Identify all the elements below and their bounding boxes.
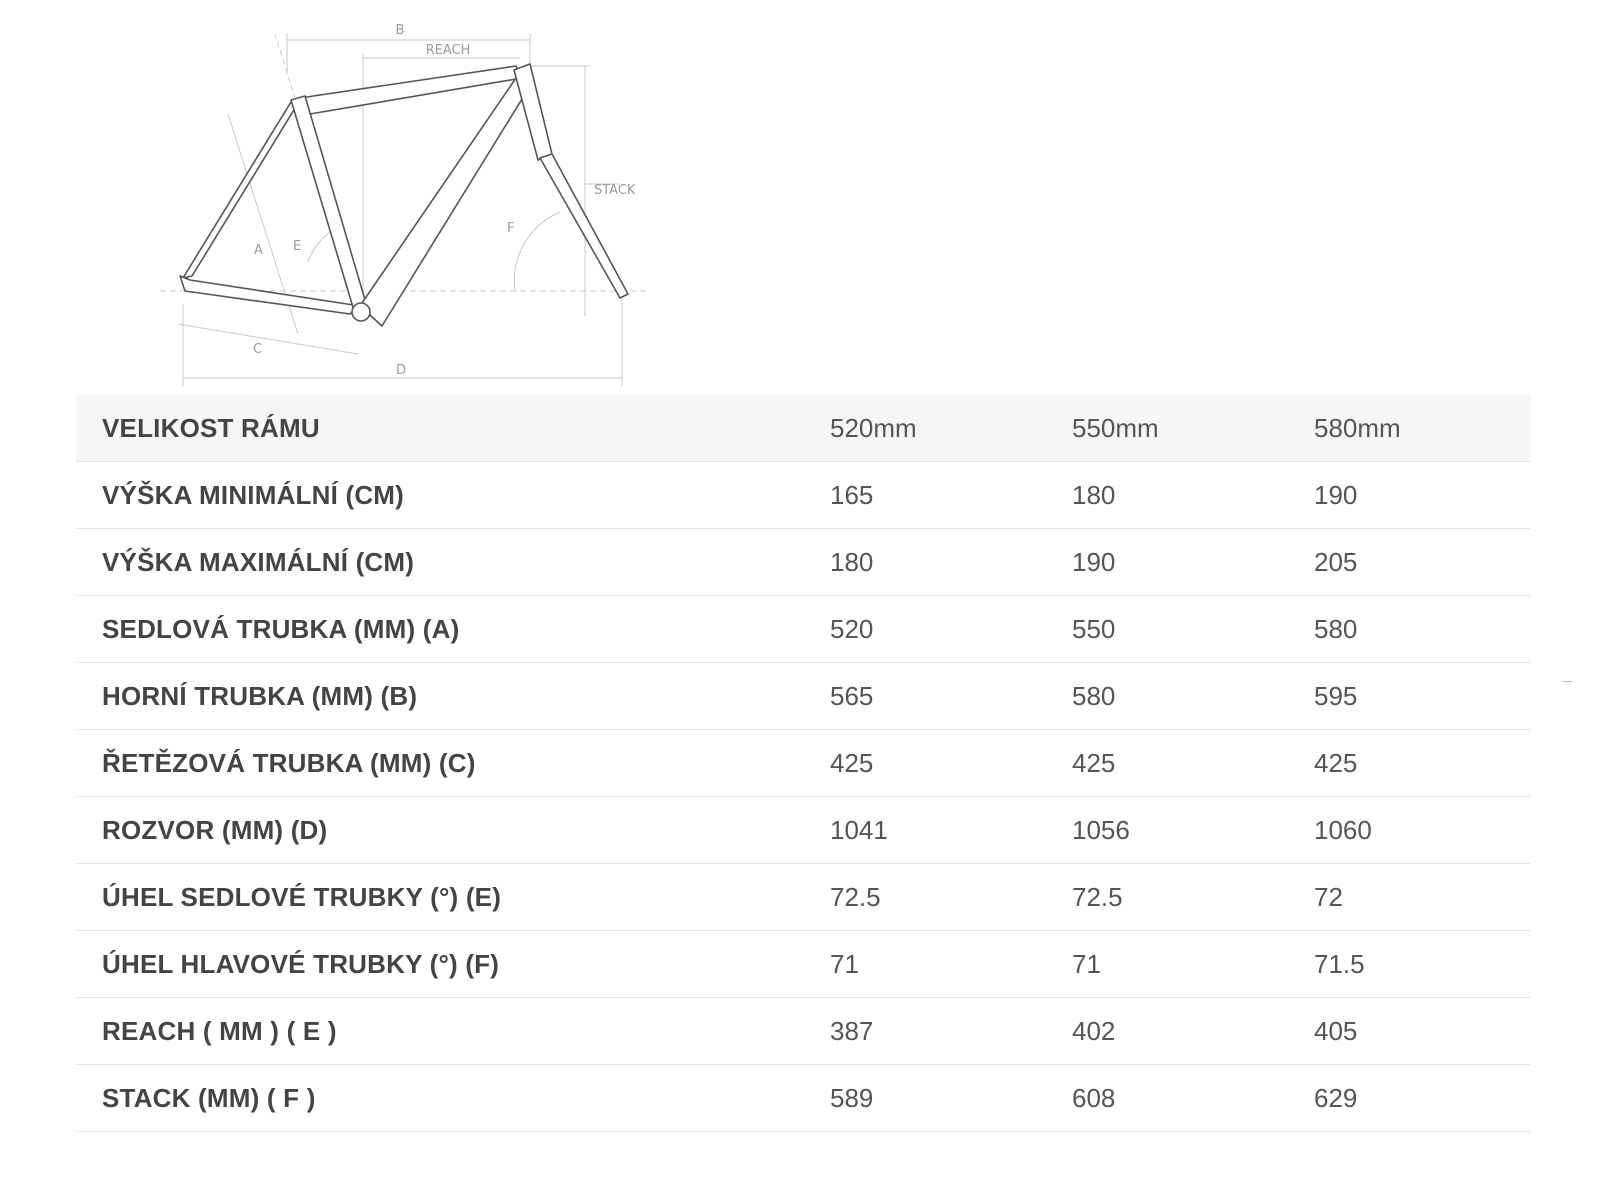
row-label: ROZVOR (MM) (D) <box>76 796 804 864</box>
cell-value: 1060 <box>1288 796 1530 864</box>
diagram-label-a: A <box>254 243 263 258</box>
cell-value: 180 <box>1046 461 1288 529</box>
cell-value: 565 <box>804 662 1046 730</box>
cell-value: 180 <box>804 528 1046 596</box>
cell-value: 550 <box>1046 595 1288 663</box>
cell-value: 387 <box>804 997 1046 1065</box>
table-row: VÝŠKA MINIMÁLNÍ (CM) 165 180 190 <box>76 461 1530 529</box>
cell-value: 72 <box>1288 863 1530 931</box>
cell-value: 580 <box>1046 662 1288 730</box>
size-column-header: 580mm <box>1288 395 1530 462</box>
cell-value: 608 <box>1046 1064 1288 1132</box>
diagram-label-stack: STACK <box>594 183 636 198</box>
cell-value: 71 <box>804 930 1046 998</box>
cell-value: 580 <box>1288 595 1530 663</box>
cell-value: 1041 <box>804 796 1046 864</box>
row-label: HORNÍ TRUBKA (MM) (B) <box>76 662 804 730</box>
cell-value: 425 <box>1046 729 1288 797</box>
diagram-label-d: D <box>396 363 406 378</box>
cell-value: 425 <box>804 729 1046 797</box>
geometry-table: VELIKOST RÁMU 520mm 550mm 580mm VÝŠKA MI… <box>76 395 1530 1132</box>
table-row: ÚHEL HLAVOVÉ TRUBKY (°) (F) 71 71 71.5 <box>76 930 1530 998</box>
table-row: ÚHEL SEDLOVÉ TRUBKY (°) (E) 72.5 72.5 72 <box>76 863 1530 931</box>
cell-value: 629 <box>1288 1064 1530 1132</box>
cell-value: 595 <box>1288 662 1530 730</box>
cell-value: 71 <box>1046 930 1288 998</box>
table-row: REACH ( MM ) ( E ) 387 402 405 <box>76 997 1530 1065</box>
cell-value: 1056 <box>1046 796 1288 864</box>
row-label: ÚHEL HLAVOVÉ TRUBKY (°) (F) <box>76 930 804 998</box>
cell-value: 71.5 <box>1288 930 1530 998</box>
table-row: ŘETĚZOVÁ TRUBKA (MM) (C) 425 425 425 <box>76 729 1530 797</box>
table-header-row: VELIKOST RÁMU 520mm 550mm 580mm <box>76 395 1530 462</box>
cell-value: 190 <box>1046 528 1288 596</box>
divider-mark <box>1562 681 1572 682</box>
cell-value: 520 <box>804 595 1046 663</box>
cell-value: 402 <box>1046 997 1288 1065</box>
frame-size-label: VELIKOST RÁMU <box>76 395 804 462</box>
cell-value: 165 <box>804 461 1046 529</box>
frame-geometry-diagram: B REACH STACK A E F C D <box>150 14 690 394</box>
cell-value: 72.5 <box>804 863 1046 931</box>
diagram-label-f: F <box>507 221 514 236</box>
table-row: STACK (MM) ( F ) 589 608 629 <box>76 1064 1530 1132</box>
cell-value: 72.5 <box>1046 863 1288 931</box>
row-label: STACK (MM) ( F ) <box>76 1064 804 1132</box>
cell-value: 205 <box>1288 528 1530 596</box>
diagram-label-reach: REACH <box>426 43 471 58</box>
diagram-label-b: B <box>396 23 405 38</box>
table-row: ROZVOR (MM) (D) 1041 1056 1060 <box>76 796 1530 864</box>
row-label: VÝŠKA MINIMÁLNÍ (CM) <box>76 461 804 529</box>
row-label: ÚHEL SEDLOVÉ TRUBKY (°) (E) <box>76 863 804 931</box>
row-label: ŘETĚZOVÁ TRUBKA (MM) (C) <box>76 729 804 797</box>
table-row: VÝŠKA MAXIMÁLNÍ (CM) 180 190 205 <box>76 528 1530 596</box>
table-row: SEDLOVÁ TRUBKA (MM) (A) 520 550 580 <box>76 595 1530 663</box>
row-label: VÝŠKA MAXIMÁLNÍ (CM) <box>76 528 804 596</box>
row-label: REACH ( MM ) ( E ) <box>76 997 804 1065</box>
diagram-label-e: E <box>293 239 301 254</box>
cell-value: 425 <box>1288 729 1530 797</box>
size-column-header: 520mm <box>804 395 1046 462</box>
size-column-header: 550mm <box>1046 395 1288 462</box>
cell-value: 190 <box>1288 461 1530 529</box>
cell-value: 405 <box>1288 997 1530 1065</box>
cell-value: 589 <box>804 1064 1046 1132</box>
table-row: HORNÍ TRUBKA (MM) (B) 565 580 595 <box>76 662 1530 730</box>
diagram-label-c: C <box>253 342 262 357</box>
frame-geometry-svg: B REACH STACK A E F C D <box>160 23 650 386</box>
row-label: SEDLOVÁ TRUBKA (MM) (A) <box>76 595 804 663</box>
